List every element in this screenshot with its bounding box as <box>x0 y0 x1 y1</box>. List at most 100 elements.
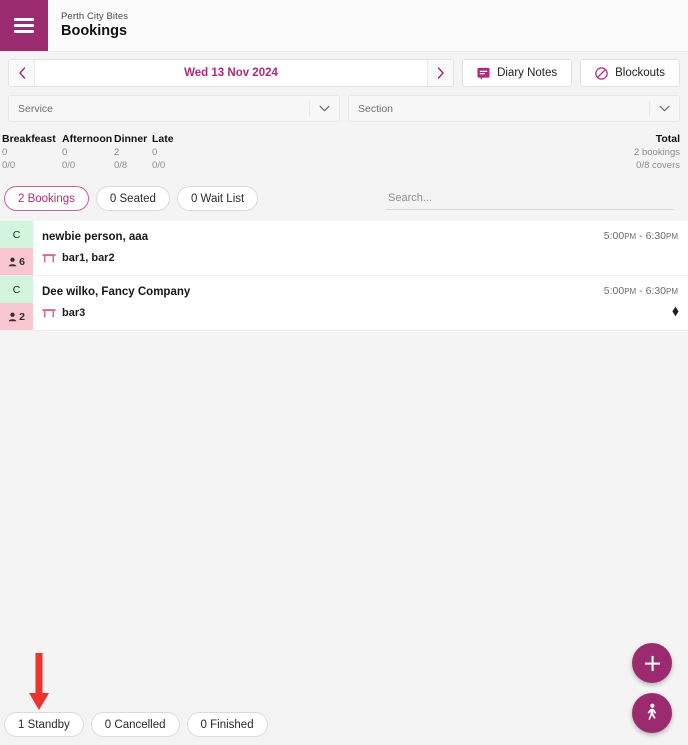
row-tables: bar3 <box>42 307 548 319</box>
covers-badge: 6 <box>0 248 33 275</box>
tab-seated[interactable]: 0 Seated <box>95 186 170 211</box>
tab-wait-list[interactable]: 0 Wait List <box>176 186 259 211</box>
app-header: Perth City Bites Bookings <box>0 0 688 52</box>
stat-afternoon: Afternoon 0 0/0 <box>62 132 114 172</box>
section-select[interactable]: Section <box>348 95 680 122</box>
status-badge: C <box>0 221 33 248</box>
stat-total-covers: 0/8 covers <box>636 160 680 171</box>
venue-name: Perth City Bites <box>61 11 129 22</box>
status-tabs-row: 2 Bookings 0 Seated 0 Wait List <box>0 172 688 211</box>
diary-notes-label: Diary Notes <box>497 67 558 79</box>
header-titles: Perth City Bites Bookings <box>48 0 128 51</box>
booking-time-end: 6:30 <box>645 285 666 297</box>
booking-time-end-ampm: PM <box>666 232 678 241</box>
row-main: newbie person, aaa bar1, bar2 <box>33 221 548 275</box>
stat-name: Dinner <box>114 133 148 145</box>
stat-bookings: 0 <box>2 147 8 158</box>
tab-finished[interactable]: 0 Finished <box>186 712 268 737</box>
chevron-down-icon <box>309 100 339 117</box>
diary-notes-button[interactable]: Diary Notes <box>462 59 573 87</box>
row-tables: bar1, bar2 <box>42 252 548 264</box>
stat-covers: 0/8 <box>114 160 128 171</box>
stat-total: Total 2 bookings 0/8 covers <box>634 132 680 172</box>
date-navigator: Wed 13 Nov 2024 <box>8 59 455 87</box>
table-icon <box>42 254 56 263</box>
stat-late: Late 0 0/0 <box>152 132 192 172</box>
bookings-screen: { "header": { "menu_icon": "hamburger-me… <box>0 0 688 745</box>
stat-total-name: Total <box>655 133 680 145</box>
down-arrow-annotation <box>28 653 50 711</box>
booking-time-end-ampm: PM <box>666 287 678 296</box>
covers-count: 2 <box>19 310 25 323</box>
booking-time-end: 6:30 <box>645 230 666 242</box>
stat-total-bookings: 2 bookings <box>634 147 680 158</box>
plus-icon <box>644 655 660 671</box>
search-container <box>386 188 680 210</box>
service-stats: Breakfeast 0 0/0 Afternoon 0 0/0 Dinner … <box>0 122 688 172</box>
stat-name: Late <box>152 133 174 145</box>
time-separator: - <box>639 285 643 297</box>
row-badges: C 6 <box>0 221 33 275</box>
next-day-button[interactable] <box>427 60 454 86</box>
date-toolbar: Wed 13 Nov 2024 Diary Notes Blockouts <box>0 52 688 87</box>
search-input[interactable] <box>386 188 674 210</box>
covers-badge: 2 <box>0 303 33 330</box>
stat-name: Breakfeast <box>2 133 56 145</box>
table-row[interactable]: C 2 Dee wilko, Fancy Company bar3 5:00PM… <box>0 276 688 331</box>
covers-count: 6 <box>19 255 25 268</box>
status-badge: C <box>0 276 33 303</box>
stat-covers: 0/0 <box>62 160 76 171</box>
blockouts-button[interactable]: Blockouts <box>580 59 680 87</box>
stat-name: Afternoon <box>62 133 113 145</box>
stat-bookings: 0 <box>152 147 158 158</box>
add-booking-button[interactable] <box>632 643 672 683</box>
guest-name: newbie person, aaa <box>42 231 149 243</box>
table-names: bar1, bar2 <box>62 252 115 264</box>
message-note-icon <box>477 67 490 80</box>
blockouts-label: Blockouts <box>615 67 665 79</box>
diamond-flag-icon <box>671 306 680 320</box>
booking-time-start-ampm: PM <box>624 287 637 296</box>
row-right: 5:00PM - 6:30PM <box>548 276 688 330</box>
stat-breakfeast: Breakfeast 0 0/0 <box>0 132 62 172</box>
walking-person-icon <box>647 703 657 720</box>
booking-time-start: 5:00 <box>603 285 625 297</box>
chevron-left-icon <box>18 67 25 79</box>
stat-bookings: 0 <box>62 147 68 158</box>
row-badges: C 2 <box>0 276 33 330</box>
booking-time: 5:00PM - 6:30PM <box>548 285 678 297</box>
bottom-status-tabs: 1 Standby 0 Cancelled 0 Finished <box>0 712 688 745</box>
hamburger-menu-icon <box>14 15 34 37</box>
circle-slash-icon <box>595 66 608 80</box>
stat-dinner: Dinner 2 0/8 <box>114 132 152 172</box>
table-icon <box>42 309 56 318</box>
table-names: bar3 <box>62 307 86 319</box>
guest-name: Dee wilko, Fancy Company <box>42 286 191 298</box>
person-icon <box>8 312 17 321</box>
stat-covers: 0/0 <box>152 160 166 171</box>
hamburger-menu-button[interactable] <box>0 0 48 51</box>
booking-time-start-ampm: PM <box>624 232 637 241</box>
tab-bookings[interactable]: 2 Bookings <box>4 186 89 211</box>
table-row[interactable]: C 6 newbie person, aaa bar1, bar2 5:00PM… <box>0 221 688 276</box>
row-main: Dee wilko, Fancy Company bar3 <box>33 276 548 330</box>
current-date-label[interactable]: Wed 13 Nov 2024 <box>35 60 427 86</box>
section-select-label: Section <box>358 102 394 115</box>
add-walkin-button[interactable] <box>632 693 672 733</box>
service-select[interactable]: Service <box>8 95 340 122</box>
chevron-down-icon <box>649 100 679 117</box>
stat-bookings: 2 <box>114 147 120 158</box>
service-select-label: Service <box>18 102 54 115</box>
tab-cancelled[interactable]: 0 Cancelled <box>90 712 180 737</box>
previous-day-button[interactable] <box>9 60 35 86</box>
booking-time: 5:00PM - 6:30PM <box>548 230 678 242</box>
service-stats-list: Breakfeast 0 0/0 Afternoon 0 0/0 Dinner … <box>0 132 192 172</box>
filter-selects: Service Section <box>0 87 688 122</box>
tab-standby[interactable]: 1 Standby <box>4 712 84 737</box>
chevron-right-icon <box>437 67 444 79</box>
row-right: 5:00PM - 6:30PM <box>548 221 688 275</box>
bookings-list: C 6 newbie person, aaa bar1, bar2 5:00PM… <box>0 221 688 331</box>
person-icon <box>8 257 17 266</box>
stat-covers: 0/0 <box>2 160 16 171</box>
booking-time-start: 5:00 <box>603 230 625 242</box>
